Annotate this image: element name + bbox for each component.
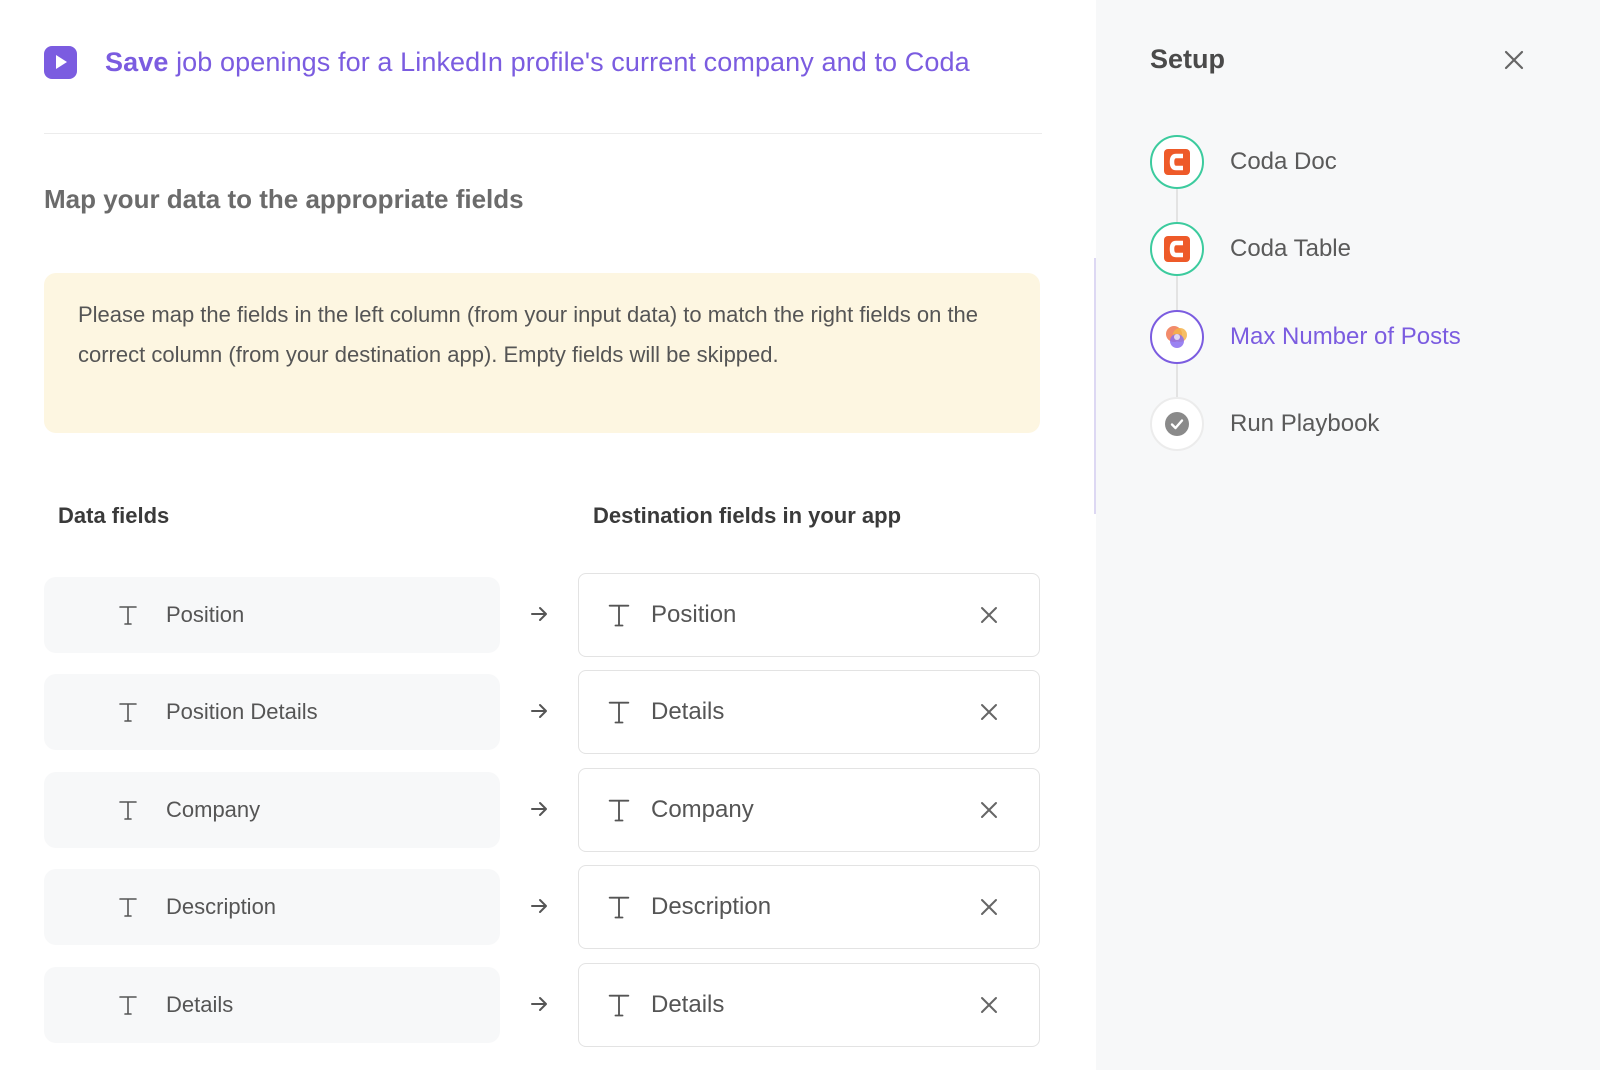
step-coda-table[interactable]: Coda Table [1150,221,1570,277]
mapping-row: Company Company [0,768,1096,852]
source-field: Description [44,869,500,945]
arrow-right-icon [531,607,547,621]
text-type-icon [605,698,633,726]
mapping-row: Description Description [0,865,1096,949]
mapping-row: Position Position [0,573,1096,657]
step-status-done [1150,222,1204,276]
scroll-indicator [1094,258,1096,514]
app-logo-icon [1166,326,1187,348]
text-type-icon [605,991,633,1019]
main-panel: Save job openings for a LinkedIn profile… [0,0,1096,1070]
mapping-row: Details Details [0,963,1096,1047]
text-type-icon [116,993,140,1017]
setup-title: Setup [1150,44,1226,74]
step-status-done [1150,135,1204,189]
source-field-label: Company [166,797,261,822]
step-label: Run Playbook [1230,410,1380,437]
text-type-icon [116,798,140,822]
arrow-right-icon [531,997,547,1011]
destination-field-label: Details [651,991,725,1018]
text-type-icon [605,893,633,921]
step-status-active [1150,310,1204,364]
playbook-header: Save job openings for a LinkedIn profile… [44,42,970,82]
destination-field[interactable]: Description [578,865,1040,949]
text-type-icon [116,603,140,627]
title-description: job openings for a LinkedIn profile's cu… [168,46,970,77]
close-icon[interactable] [1500,46,1528,74]
source-field: Company [44,772,500,848]
clear-field-icon[interactable] [977,700,1001,724]
mapping-notice: Please map the fields in the left column… [44,273,1040,433]
step-run-playbook[interactable]: Run Playbook [1150,396,1570,452]
text-type-icon [605,601,633,629]
mapping-row: Position Details Details [0,670,1096,754]
source-field-label: Position Details [166,699,318,724]
destination-field-label: Position [651,601,737,628]
destination-field[interactable]: Details [578,670,1040,754]
text-type-icon [605,796,633,824]
text-type-icon [116,895,140,919]
section-title: Map your data to the appropriate fields [44,184,524,214]
source-field: Details [44,967,500,1043]
play-icon [44,45,77,79]
source-field: Position [44,577,500,653]
step-label: Coda Doc [1230,148,1337,175]
destination-field-label: Description [651,893,772,920]
coda-icon [1164,236,1190,262]
clear-field-icon[interactable] [977,993,1001,1017]
step-coda-doc[interactable]: Coda Doc [1150,134,1570,190]
destination-fields-header: Destination fields in your app [593,503,902,528]
destination-field-label: Company [651,796,754,823]
source-field-label: Description [166,894,277,919]
source-field: Position Details [44,674,500,750]
header-divider [44,133,1042,134]
arrow-right-icon [531,802,547,816]
data-fields-header: Data fields [58,503,170,528]
arrow-right-icon [531,704,547,718]
step-label: Max Number of Posts [1230,323,1461,350]
setup-sidebar: Setup Coda Doc Coda Table Max Number of … [1096,0,1600,1070]
destination-field[interactable]: Company [578,768,1040,852]
step-connector [1176,364,1178,398]
step-max-number-of-posts[interactable]: Max Number of Posts [1150,309,1570,365]
text-type-icon [116,700,140,724]
step-connector [1176,276,1178,310]
destination-field[interactable]: Details [578,963,1040,1047]
source-field-label: Position [166,602,245,627]
source-field-label: Details [166,992,234,1017]
step-status-pending [1150,397,1204,451]
destination-field[interactable]: Position [578,573,1040,657]
check-icon [1165,412,1189,436]
step-connector [1176,188,1178,222]
destination-field-label: Details [651,698,725,725]
title-action: Save [105,46,169,77]
playbook-title: Save job openings for a LinkedIn profile… [105,47,970,78]
coda-icon [1164,149,1190,175]
arrow-right-icon [531,899,547,913]
clear-field-icon[interactable] [977,895,1001,919]
clear-field-icon[interactable] [977,798,1001,822]
step-label: Coda Table [1230,235,1351,262]
clear-field-icon[interactable] [977,603,1001,627]
